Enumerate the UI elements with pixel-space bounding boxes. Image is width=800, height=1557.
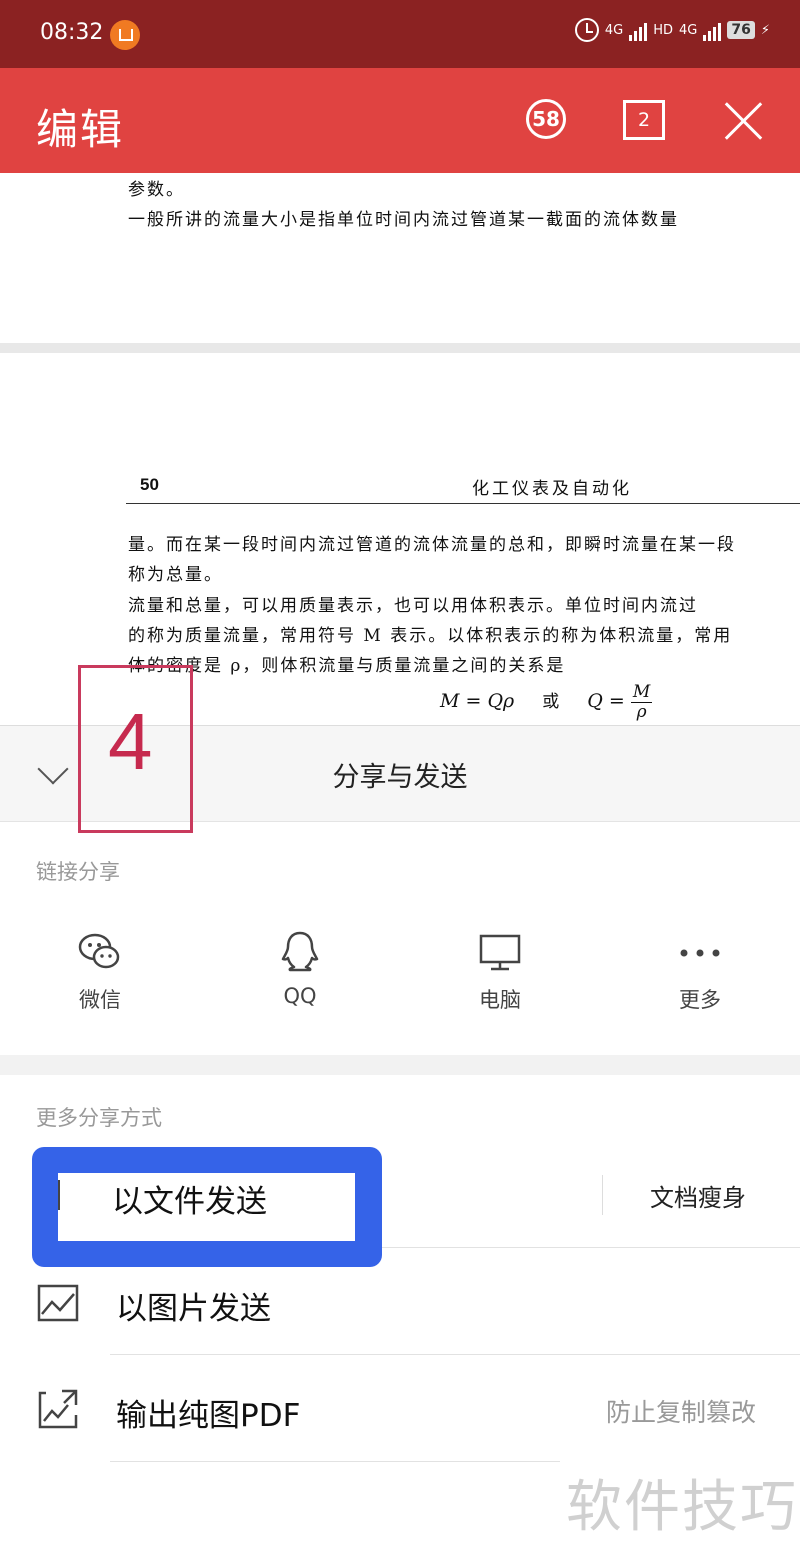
formula-fraction: M ρ [630, 682, 653, 722]
alarm-icon [574, 18, 599, 42]
doc-line: 一般所讲的流量大小是指单位时间内流过管道某一截面的流体数量 [128, 210, 679, 230]
export-pdf-hint: 防止复制篡改 [606, 1398, 757, 1427]
share-wechat[interactable]: 微信 [40, 928, 160, 1014]
pdf-image-icon [36, 1387, 80, 1431]
page-separator [0, 343, 800, 353]
doc-slim-button[interactable]: 文档瘦身 [650, 1178, 746, 1213]
share-more-label: 更多 [679, 988, 721, 1012]
status-icons: 4G HD 4G 76 ⚡ [574, 18, 770, 42]
network-label-3: 4G [679, 22, 698, 38]
formula-or: 或 [542, 692, 560, 713]
signal-icon [629, 19, 648, 41]
doc-line: 量。而在某一段时间内流过管道的流体流量的总和，即瞬时流量在某一段 [128, 535, 736, 555]
share-computer[interactable]: 电脑 [440, 928, 560, 1014]
page-count-button[interactable]: 58 [526, 99, 566, 139]
export-pdf-label: 输出纯图PDF [116, 1398, 301, 1434]
charging-icon: ⚡ [760, 22, 770, 38]
page-number: 50 [140, 475, 159, 494]
qq-icon [276, 928, 324, 976]
more-icon [676, 928, 724, 976]
signal-icon-2 [703, 19, 722, 41]
notification-icon [110, 20, 140, 50]
row-divider [110, 1461, 560, 1462]
tabs-button[interactable]: 2 [623, 100, 665, 140]
doc-line: 流量和总量，可以用质量表示，也可以用体积表示。单位时间内流过 [128, 596, 698, 616]
file-icon-edge [58, 1180, 72, 1210]
share-qq[interactable]: QQ [240, 928, 360, 1008]
watermark: 软件技巧 [566, 1475, 798, 1540]
formula-numerator: M [630, 682, 653, 703]
wechat-icon [76, 928, 124, 976]
share-wechat-label: 微信 [79, 988, 121, 1012]
share-computer-label: 电脑 [479, 988, 521, 1012]
doc-line: 称为总量。 [128, 565, 223, 585]
image-icon [36, 1280, 80, 1324]
more-share-label: 更多分享方式 [36, 1106, 162, 1130]
page-header: 化工仪表及自动化 [472, 479, 632, 499]
status-bar: 08:32 4G HD 4G 76 ⚡ [0, 0, 800, 68]
formula-right: Q = [587, 690, 625, 713]
send-as-image-label: 以图片发送 [116, 1291, 271, 1327]
share-more[interactable]: 更多 [640, 928, 760, 1014]
status-time: 08:32 [40, 20, 104, 45]
page-title: 编辑 [36, 105, 125, 154]
computer-icon [476, 928, 524, 976]
network-label-2: HD [653, 22, 674, 38]
row-divider [110, 1354, 800, 1355]
share-qq-label: QQ [283, 984, 317, 1008]
step-number: 4 [108, 697, 153, 786]
highlighted-send-as-file-label[interactable]: 以文件发送 [112, 1176, 267, 1221]
doc-line: 的称为质量流量，常用符号 M 表示。以体积表示的称为体积流量，常用 [128, 626, 733, 646]
header-rule [126, 503, 800, 504]
formula: M = Qρ 或 Q = M ρ [440, 682, 653, 722]
link-share-label: 链接分享 [36, 860, 120, 884]
title-bar: 编辑 [0, 68, 800, 173]
network-label-1: 4G [604, 22, 624, 38]
vertical-divider [602, 1175, 603, 1215]
document-page-1: 参数。 一般所讲的流量大小是指单位时间内流过管道某一截面的流体数量 [0, 173, 800, 343]
formula-denominator: ρ [636, 701, 647, 722]
close-icon[interactable] [722, 100, 764, 142]
battery-icon: 76 [727, 21, 755, 39]
doc-line: 体的密度是 ρ，则体积流量与质量流量之间的关系是 [128, 656, 566, 676]
formula-left: M = Qρ [440, 690, 515, 713]
section-divider [0, 1055, 800, 1075]
doc-line: 参数。 [128, 180, 185, 200]
